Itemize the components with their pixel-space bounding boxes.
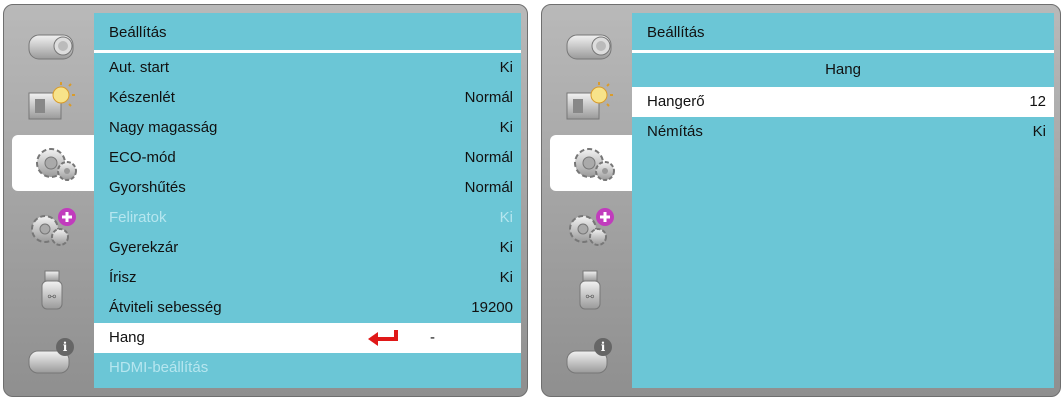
settings-gears-icon[interactable] (550, 135, 638, 191)
menu-row-mute[interactable]: Némítás Ki (632, 117, 1054, 147)
menu-row-captions: Feliratok Ki (94, 203, 521, 233)
row-value: Ki (499, 209, 513, 226)
menu-row-standby[interactable]: Készenlét Normál (94, 83, 521, 113)
info-icon[interactable] (12, 329, 92, 385)
row-label: ECO-mód (109, 149, 176, 166)
menu-content: Beállítás Hang Hangerő 12 Némítás Ki (632, 13, 1054, 388)
sidebar (12, 13, 100, 388)
row-value: Normál (464, 149, 513, 166)
row-label: Gyerekzár (109, 239, 179, 256)
menu-row-child-lock[interactable]: Gyerekzár Ki (94, 233, 521, 263)
usb-icon[interactable] (550, 263, 630, 319)
row-value: 19200 (471, 299, 513, 316)
row-label: Hangerő (647, 93, 705, 110)
advanced-settings-icon[interactable] (550, 199, 630, 255)
info-icon[interactable] (550, 329, 630, 385)
row-label: Némítás (647, 123, 703, 140)
menu-row-eco-mode[interactable]: ECO-mód Normál (94, 143, 521, 173)
menu-title: Beállítás (94, 13, 521, 53)
menu-row-hdmi-settings: HDMI-beállítás (94, 353, 521, 383)
row-value: Ki (499, 269, 513, 286)
sidebar (550, 13, 638, 388)
menu-row-baud-rate[interactable]: Átviteli sebesség 19200 (94, 293, 521, 323)
row-value: Ki (499, 119, 513, 136)
row-value: Normál (464, 179, 513, 196)
row-value: Ki (499, 239, 513, 256)
usb-icon[interactable] (12, 263, 92, 319)
row-value: Ki (499, 59, 513, 76)
row-label: Hang (109, 329, 145, 346)
menu-row-high-altitude[interactable]: Nagy magasság Ki (94, 113, 521, 143)
camera-icon[interactable] (12, 15, 92, 71)
settings-panel-left: Beállítás Aut. start Ki Készenlét Normál N… (3, 4, 528, 397)
picture-icon[interactable] (550, 75, 630, 131)
row-label: Gyorshűtés (109, 179, 186, 196)
row-label: Készenlét (109, 89, 175, 106)
menu-row-iris[interactable]: Írisz Ki (94, 263, 521, 293)
menu-title: Beállítás (632, 13, 1054, 53)
row-label: Aut. start (109, 59, 170, 76)
row-value: Normál (464, 89, 513, 106)
settings-panel-right: Beállítás Hang Hangerő 12 Némítás Ki (541, 4, 1061, 397)
row-label: Átviteli sebesség (109, 299, 222, 316)
row-value: - (430, 329, 435, 346)
row-label: Írisz (109, 269, 137, 286)
menu-content: Beállítás Aut. start Ki Készenlét Normál N… (94, 13, 521, 388)
row-label: Nagy magasság (109, 119, 218, 136)
menu-row-volume[interactable]: Hangerő 12 (632, 87, 1054, 117)
picture-icon[interactable] (12, 75, 92, 131)
row-value: Ki (1032, 123, 1046, 140)
menu-row-sound[interactable]: Hang - (94, 323, 521, 353)
advanced-settings-icon[interactable] (12, 199, 92, 255)
row-label: HDMI-beállítás (109, 359, 209, 376)
menu-row-auto-start[interactable]: Aut. start Ki (94, 53, 521, 83)
row-label: Feliratok (109, 209, 167, 226)
row-value: 12 (1029, 93, 1046, 110)
menu-row-fast-cooling[interactable]: Gyorshűtés Normál (94, 173, 521, 203)
camera-icon[interactable] (550, 15, 630, 71)
submenu-heading: Hang (825, 61, 861, 78)
settings-gears-icon[interactable] (12, 135, 100, 191)
